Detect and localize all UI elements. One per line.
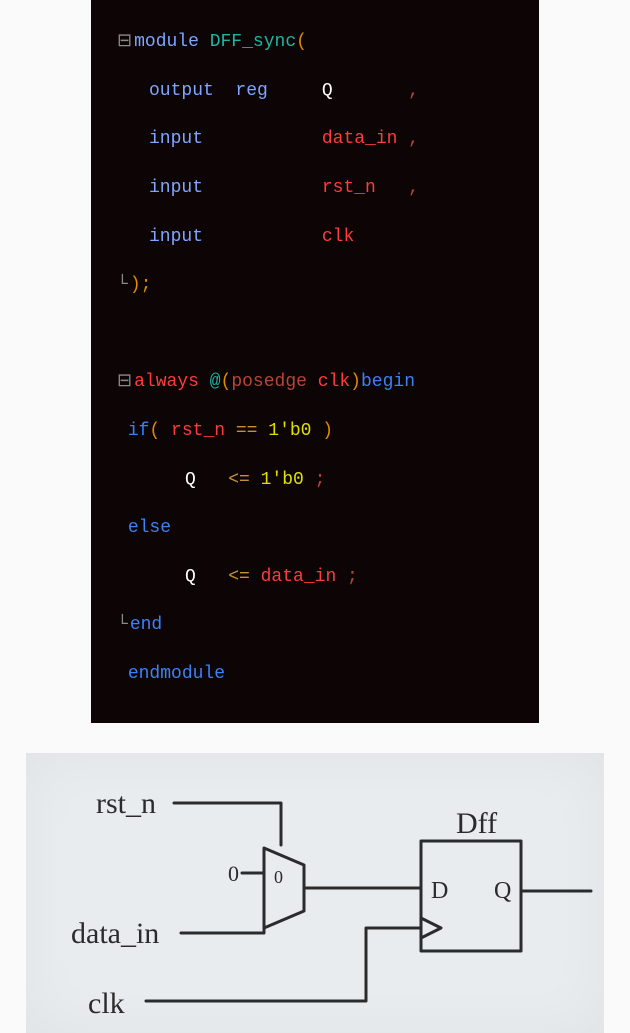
at-symbol: @ [199, 372, 221, 392]
label-data-in: data_in [71, 917, 159, 950]
fold-icon: ⊟ [117, 372, 132, 392]
eq-operator: == [236, 421, 268, 441]
literal-1b0-2: 1'b0 [250, 470, 315, 490]
verilog-code-block: ⊟module DFF_sync( output reg Q , input d… [91, 0, 539, 723]
open-paren: ( [296, 32, 307, 52]
signal-clk-2: clk [307, 372, 350, 392]
wire-clk [146, 928, 421, 1001]
open-paren: ( [149, 421, 160, 441]
comma: , [408, 178, 419, 198]
pin-d: D [431, 878, 448, 904]
signal-q-3: Q [185, 567, 196, 587]
comma: , [397, 129, 419, 149]
signal-q-2: Q [185, 470, 196, 490]
keyword-input: input [149, 129, 203, 149]
keyword-module: module [134, 32, 199, 52]
keyword-reg: reg [214, 81, 268, 101]
comma: , [408, 81, 419, 101]
clock-triangle-icon [421, 918, 441, 938]
nonblocking-assign: <= [196, 470, 250, 490]
keyword-always: always [134, 372, 199, 392]
nonblocking-assign-2: <= [196, 567, 250, 587]
keyword-input: input [149, 178, 203, 198]
signal-data-in: data_in [322, 129, 398, 149]
wire-rst-n [174, 803, 281, 845]
circuit-svg: rst_n data_in clk Dff 0 0 D Q [26, 753, 604, 1033]
keyword-end: end [130, 615, 162, 635]
keyword-posedge: posedge [231, 372, 307, 392]
keyword-output: output [149, 81, 214, 101]
semicolon-2: ; [347, 567, 358, 587]
keyword-begin: begin [361, 372, 415, 392]
circuit-sketch: rst_n data_in clk Dff 0 0 D Q [26, 753, 604, 1033]
fold-close-icon: └ [117, 275, 128, 295]
pin-q: Q [494, 878, 511, 904]
keyword-else: else [128, 518, 171, 538]
close-paren: ) [350, 372, 361, 392]
label-dff: Dff [456, 807, 497, 840]
keyword-input: input [149, 227, 203, 247]
open-paren: ( [221, 372, 232, 392]
signal-rst-n-2: rst_n [160, 421, 236, 441]
const-zero-top: 0 [228, 861, 239, 886]
mux-shape [264, 848, 304, 928]
semicolon: ; [315, 470, 326, 490]
fold-icon: ⊟ [117, 32, 132, 52]
signal-q: Q [322, 81, 333, 101]
close-paren: ) [322, 421, 333, 441]
signal-clk: clk [322, 227, 354, 247]
signal-data-in-2: data_in [250, 567, 347, 587]
keyword-if: if [128, 421, 150, 441]
mux-sel-zero: 0 [274, 867, 283, 887]
label-rst-n: rst_n [96, 787, 156, 820]
label-clk: clk [88, 987, 125, 1020]
fold-close-icon: └ [117, 615, 128, 635]
literal-1b0: 1'b0 [268, 421, 322, 441]
keyword-endmodule: endmodule [128, 664, 225, 684]
wire-data-in [181, 913, 264, 933]
signal-rst-n: rst_n [322, 178, 376, 198]
close-paren-semi: ); [130, 275, 152, 295]
module-name: DFF_sync [199, 32, 296, 52]
